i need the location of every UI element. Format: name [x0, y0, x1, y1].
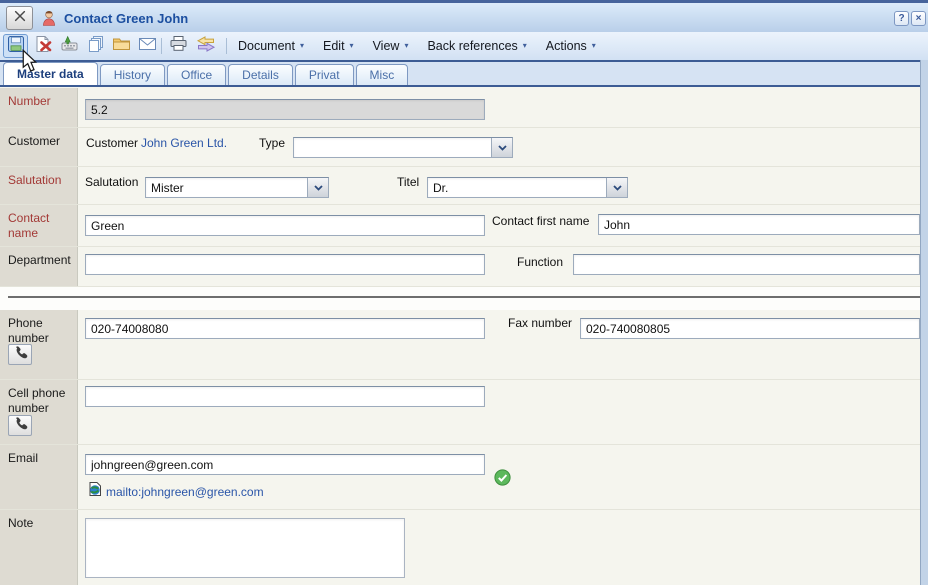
valid-check-icon: [494, 469, 511, 491]
copy-icon: [87, 35, 105, 58]
transfer-arrows-icon: [196, 36, 216, 57]
menu-view[interactable]: View ▾: [373, 39, 409, 53]
menu-bar: Document ▾ Edit ▾ View ▾ Back references…: [238, 32, 596, 60]
save-button[interactable]: [3, 34, 28, 58]
chevron-down-icon: [307, 178, 328, 197]
type-label: Type: [259, 136, 285, 150]
contact-name-label: Contact name: [0, 205, 78, 246]
number-row: Number: [0, 88, 928, 128]
salutation-row: Salutation Salutation Mister Titel Dr.: [0, 167, 928, 205]
copy-button[interactable]: [83, 34, 108, 58]
window-right-border: [920, 60, 928, 585]
title-bar: Contact Green John ? ×: [0, 0, 928, 32]
fax-number-input[interactable]: [580, 318, 920, 339]
chevron-down-icon: [491, 138, 512, 157]
phone-handset-icon: [13, 416, 28, 436]
chevron-down-icon: ▾: [523, 42, 527, 50]
email-label: Email: [0, 445, 78, 509]
window-close-button[interactable]: [6, 6, 33, 30]
chevron-down-icon: ▾: [592, 42, 596, 50]
toolbar-separator: [161, 38, 162, 54]
tab-details[interactable]: Details: [228, 64, 293, 85]
function-label: Function: [517, 255, 563, 269]
menu-actions[interactable]: Actions ▾: [546, 39, 596, 53]
tab-history[interactable]: History: [100, 64, 165, 85]
chevron-down-icon: [606, 178, 627, 197]
department-label: Department: [0, 247, 78, 286]
close-x-icon: [13, 9, 27, 28]
print-icon: [169, 35, 188, 57]
contact-first-name-input[interactable]: [598, 214, 920, 235]
note-label: Note: [0, 510, 78, 585]
mail-button[interactable]: [135, 34, 160, 58]
save-icon: [7, 35, 25, 58]
phone-row: Phone number Fax number: [0, 310, 928, 380]
new-entry-button[interactable]: [57, 34, 82, 58]
number-input: [85, 99, 485, 120]
contact-person-icon: [40, 9, 58, 27]
print-button[interactable]: [166, 34, 191, 58]
salutation-combobox[interactable]: Mister: [145, 177, 329, 198]
type-combobox[interactable]: [293, 137, 513, 158]
chevron-down-icon: ▾: [300, 42, 304, 50]
tab-privat[interactable]: Privat: [295, 64, 354, 85]
delete-record-icon: [34, 35, 53, 58]
transfer-button[interactable]: [193, 34, 218, 58]
chevron-down-icon: ▾: [350, 42, 354, 50]
menu-back-references[interactable]: Back references ▾: [427, 39, 526, 53]
salutation-inline-label: Salutation: [85, 175, 138, 189]
fax-number-label: Fax number: [508, 316, 572, 330]
tab-strip: Master data History Office Details Priva…: [0, 60, 928, 87]
customer-row: Customer Customer John Green Ltd. Type: [0, 128, 928, 167]
mailto-link[interactable]: mailto:johngreen@green.com: [106, 485, 264, 499]
customer-label: Customer: [0, 128, 78, 166]
dial-phone-button[interactable]: [8, 344, 32, 365]
help-button[interactable]: ?: [894, 11, 909, 26]
master-data-form: Number Customer Customer John Green Ltd.…: [0, 87, 928, 585]
tab-master-data[interactable]: Master data: [3, 62, 98, 85]
department-input[interactable]: [85, 254, 485, 275]
titel-label: Titel: [397, 175, 419, 189]
contact-name-row: Contact name Contact first name: [0, 205, 928, 247]
section-divider-band: [0, 287, 928, 310]
note-row: Note: [0, 510, 928, 585]
customer-company-link[interactable]: John Green Ltd.: [141, 136, 227, 150]
toolbar-separator: [226, 38, 227, 54]
toolbar: Document ▾ Edit ▾ View ▾ Back references…: [0, 32, 928, 60]
mailto-globe-icon: [88, 481, 103, 502]
cell-phone-input[interactable]: [85, 386, 485, 407]
mail-icon: [138, 37, 157, 56]
note-textarea[interactable]: [85, 518, 405, 578]
function-input[interactable]: [573, 254, 920, 275]
email-row: Email mailto:johngreen@green.com: [0, 445, 928, 510]
contact-first-name-label: Contact first name: [492, 214, 589, 228]
titel-combobox[interactable]: Dr.: [427, 177, 628, 198]
customer-inline-label: Customer: [86, 136, 138, 150]
contact-name-input[interactable]: [85, 215, 485, 236]
close-button[interactable]: ×: [911, 11, 926, 26]
phone-handset-icon: [13, 345, 28, 365]
dial-cell-phone-button[interactable]: [8, 415, 32, 436]
contact-window: Contact Green John ? ×: [0, 0, 928, 585]
folder-icon: [112, 36, 131, 56]
cell-phone-row: Cell phone number: [0, 380, 928, 445]
tab-office[interactable]: Office: [167, 64, 226, 85]
salutation-label: Salutation: [0, 167, 78, 204]
number-label: Number: [0, 88, 78, 127]
section-divider: [8, 296, 920, 298]
keyboard-new-icon: [60, 35, 79, 57]
chevron-down-icon: ▾: [404, 42, 408, 50]
phone-number-input[interactable]: [85, 318, 485, 339]
folder-button[interactable]: [109, 34, 134, 58]
department-row: Department Function: [0, 247, 928, 287]
menu-document[interactable]: Document ▾: [238, 39, 304, 53]
email-input[interactable]: [85, 454, 485, 475]
page-title: Contact Green John: [64, 11, 188, 26]
tab-misc[interactable]: Misc: [356, 64, 409, 85]
menu-edit[interactable]: Edit ▾: [323, 39, 354, 53]
delete-button[interactable]: [31, 34, 56, 58]
